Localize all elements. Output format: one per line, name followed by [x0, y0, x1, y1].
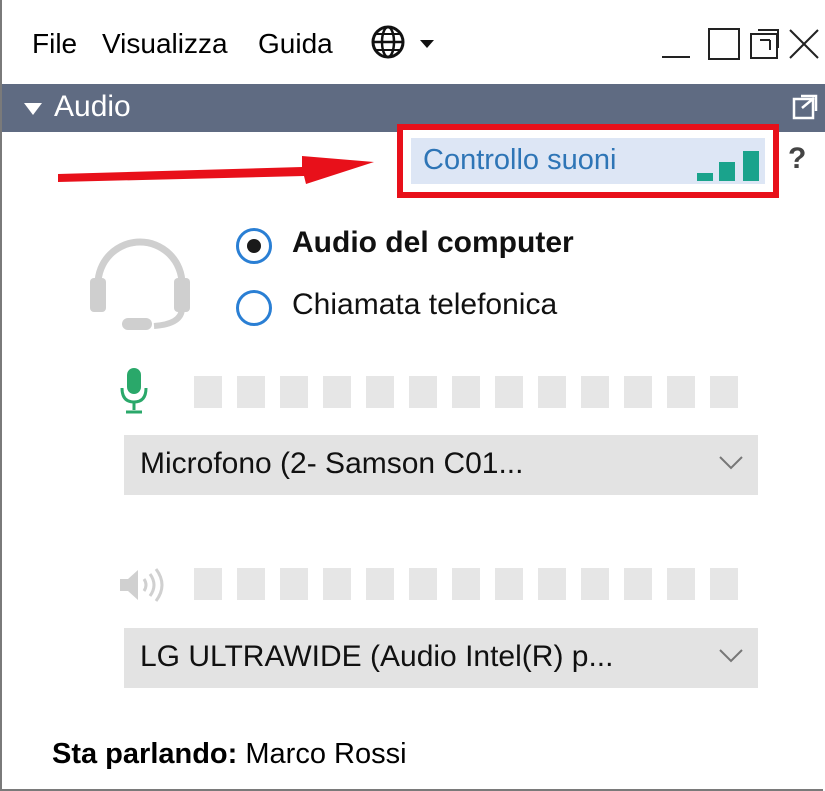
chevron-down-icon[interactable] — [420, 40, 434, 48]
meter-segment — [452, 568, 480, 600]
menu-guida[interactable]: Guida — [258, 28, 333, 60]
help-icon[interactable]: ? — [788, 142, 806, 176]
meter-segment — [452, 376, 480, 408]
chevron-down-icon[interactable] — [718, 455, 744, 471]
sound-control-label: Controllo suoni — [423, 144, 617, 176]
speaking-status: Sta parlando: Marco Rossi — [52, 738, 407, 771]
signal-bars-icon — [697, 151, 759, 181]
menu-visualizza[interactable]: Visualizza — [102, 28, 228, 60]
microphone-device: Microfono (2- Samson C01... — [140, 447, 524, 480]
minimize-icon[interactable] — [658, 26, 694, 62]
meter-segment — [366, 376, 394, 408]
meter-segment — [538, 568, 566, 600]
red-arrow-annotation — [58, 156, 374, 184]
meter-segment — [280, 376, 308, 408]
radio-label: Audio del computer — [292, 226, 574, 259]
speaker-select[interactable]: LG ULTRAWIDE (Audio Intel(R) p... — [124, 628, 758, 688]
globe-icon[interactable] — [370, 24, 406, 60]
restore-icon[interactable] — [746, 26, 782, 62]
section-title: Audio — [54, 90, 131, 123]
meter-segment — [323, 376, 351, 408]
menu-bar: File Visualizza Guida — [2, 0, 825, 84]
meter-segment — [409, 568, 437, 600]
sound-control-highlight: Controllo suoni — [397, 124, 779, 198]
speaking-label: Sta parlando: — [52, 738, 238, 770]
meter-segment — [194, 376, 222, 408]
popout-icon[interactable] — [792, 94, 818, 120]
meter-segment — [581, 568, 609, 600]
meter-segment — [194, 568, 222, 600]
radio-label: Chiamata telefonica — [292, 288, 558, 321]
chevron-down-icon[interactable] — [718, 648, 744, 664]
meter-segment — [624, 568, 652, 600]
collapse-triangle-icon[interactable] — [24, 103, 42, 115]
microphone-select[interactable]: Microfono (2- Samson C01... — [124, 435, 758, 495]
close-icon[interactable] — [786, 26, 822, 62]
meter-segment — [667, 568, 695, 600]
speaker-level-meter — [194, 568, 754, 600]
microphone-icon — [120, 368, 148, 414]
meter-segment — [495, 376, 523, 408]
meter-segment — [280, 568, 308, 600]
speaker-icon — [120, 568, 164, 602]
meter-segment — [495, 568, 523, 600]
meter-segment — [581, 376, 609, 408]
microphone-level-meter — [194, 376, 754, 408]
sound-control-button[interactable]: Controllo suoni — [411, 138, 765, 184]
meter-segment — [710, 568, 738, 600]
meter-segment — [624, 376, 652, 408]
meter-segment — [667, 376, 695, 408]
meter-segment — [237, 376, 265, 408]
radio-selected-dot — [247, 239, 261, 253]
meter-segment — [710, 376, 738, 408]
meter-segment — [409, 376, 437, 408]
speaker-device: LG ULTRAWIDE (Audio Intel(R) p... — [140, 640, 614, 673]
headset-icon — [90, 238, 190, 330]
meter-segment — [323, 568, 351, 600]
speaker-name: Marco Rossi — [245, 738, 407, 770]
meter-segment — [237, 568, 265, 600]
menu-file[interactable]: File — [32, 28, 77, 60]
maximize-icon[interactable] — [706, 26, 742, 62]
meter-segment — [538, 376, 566, 408]
radio-button[interactable] — [236, 228, 272, 264]
meter-segment — [366, 568, 394, 600]
radio-button[interactable] — [236, 290, 272, 326]
